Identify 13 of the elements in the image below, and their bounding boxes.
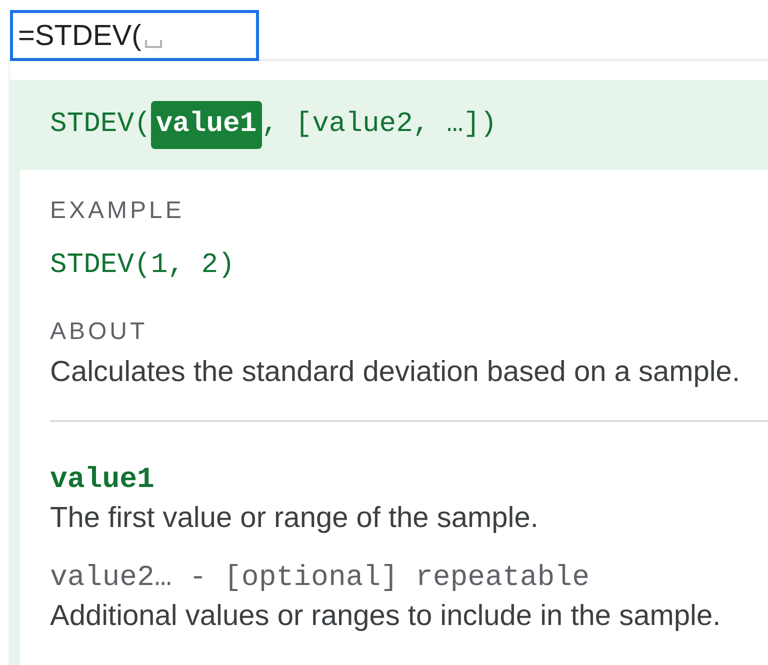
argument-description: Additional values or ranges to include in the sample. (50, 600, 721, 632)
section-heading: ABOUT (50, 317, 148, 346)
example-code: STDEV(1, 2) (50, 249, 235, 283)
signature-text: STDEV( (50, 108, 151, 142)
space-marker-icon (145, 40, 162, 48)
formula-input[interactable]: =STDEV( (10, 10, 259, 61)
section-heading: EXAMPLE (50, 196, 184, 225)
active-argument: value1 (150, 101, 262, 149)
argument-name: value1 (50, 463, 154, 497)
argument-name: value2… - [optional] repeatable (50, 561, 590, 595)
argument-description: The first value or range of the sample. (50, 502, 538, 534)
signature-text: , [value2, …]) (262, 108, 497, 142)
description-text: Calculates the standard deviation based on a sample. (50, 356, 740, 388)
